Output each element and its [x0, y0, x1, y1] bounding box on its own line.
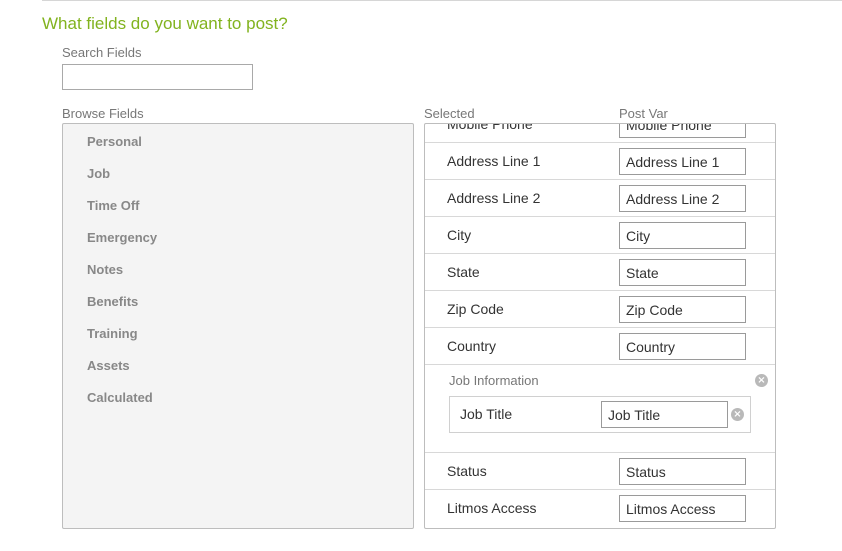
browse-item-job[interactable]: Job [87, 166, 110, 181]
field-label: Country [447, 338, 497, 354]
browse-item-personal[interactable]: Personal [87, 134, 142, 149]
browse-item-time-off[interactable]: Time Off [87, 198, 140, 213]
field-label: Litmos Access [447, 500, 537, 516]
post-var-input[interactable] [601, 401, 728, 428]
selected-row: Country [425, 328, 775, 365]
selected-row: Address Line 1 [425, 143, 775, 180]
field-label: Address Line 2 [447, 190, 541, 206]
group-row: Job Title × [449, 396, 751, 433]
post-var-input[interactable] [619, 185, 746, 212]
browse-item-assets[interactable]: Assets [87, 358, 130, 373]
post-var-input[interactable] [619, 222, 746, 249]
field-label: Zip Code [447, 301, 504, 317]
browse-item-benefits[interactable]: Benefits [87, 294, 138, 309]
browse-item-emergency[interactable]: Emergency [87, 230, 157, 245]
post-var-label: Post Var [619, 106, 668, 121]
post-var-input[interactable] [619, 124, 746, 138]
search-fields-label: Search Fields [62, 45, 142, 60]
field-label: State [447, 264, 480, 280]
selected-fields-list: Mobile Phone Address Line 1 Address Line… [424, 123, 776, 529]
selected-row: State [425, 254, 775, 291]
selected-row: Mobile Phone [425, 123, 775, 143]
selected-row: Litmos Access [425, 490, 775, 527]
browse-item-calculated[interactable]: Calculated [87, 390, 153, 405]
selected-label: Selected [424, 106, 475, 121]
search-input[interactable] [62, 64, 253, 90]
field-label: Job Title [460, 406, 513, 422]
close-circle-icon[interactable]: × [755, 374, 768, 387]
field-label: Address Line 1 [447, 153, 541, 169]
page-title: What fields do you want to post? [42, 14, 288, 33]
close-circle-icon[interactable]: × [731, 408, 744, 421]
post-var-input[interactable] [619, 458, 746, 485]
browse-item-notes[interactable]: Notes [87, 262, 123, 277]
post-var-input[interactable] [619, 495, 746, 522]
post-var-input[interactable] [619, 296, 746, 323]
selected-row: Status [425, 453, 775, 490]
browse-item-training[interactable]: Training [87, 326, 138, 341]
field-label: Mobile Phone [447, 123, 533, 132]
browse-fields-list: Personal Job Time Off Emergency Notes Be… [62, 123, 414, 529]
selected-row: Zip Code [425, 291, 775, 328]
post-var-input[interactable] [619, 333, 746, 360]
post-var-input[interactable] [619, 148, 746, 175]
field-group-job-information: Job Information × Job Title × [425, 364, 775, 453]
field-label: Status [447, 463, 487, 479]
selected-row: City [425, 217, 775, 254]
browse-fields-label: Browse Fields [62, 106, 144, 121]
post-var-input[interactable] [619, 259, 746, 286]
top-divider [42, 0, 842, 1]
selected-row: Address Line 2 [425, 180, 775, 217]
field-label: City [447, 227, 472, 243]
group-title: Job Information [449, 373, 539, 388]
